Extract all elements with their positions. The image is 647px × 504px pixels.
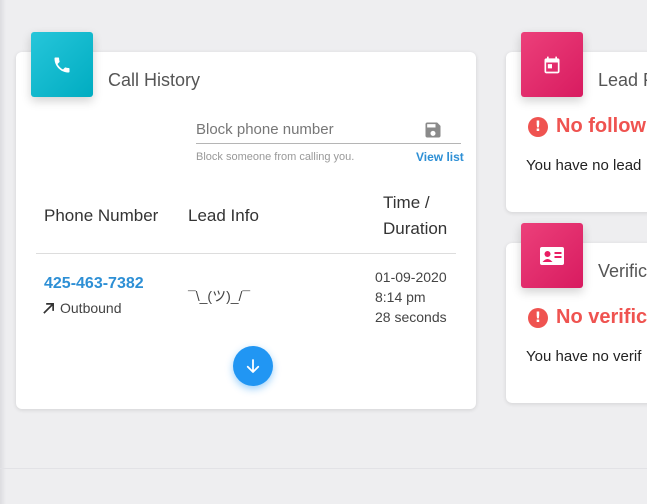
alert-icon: ! <box>528 307 548 328</box>
block-phone-field <box>196 114 461 144</box>
verifications-empty-message: You have no verif <box>526 348 642 365</box>
call-time-cell: 01-09-2020 8:14 pm 28 seconds <box>375 267 447 327</box>
arrow-down-icon <box>246 359 260 373</box>
column-header-time: Time / <box>383 193 430 212</box>
table-header-divider <box>36 253 456 254</box>
call-direction: Outbound <box>42 300 122 316</box>
block-phone-input[interactable] <box>196 114 416 142</box>
followups-warning: ! No followu <box>528 115 647 138</box>
save-icon[interactable] <box>423 120 443 145</box>
contact-card-icon <box>521 223 583 288</box>
call-direction-label: Outbound <box>60 300 122 316</box>
followups-title: Lead F <box>598 70 647 90</box>
followups-empty-message: You have no lead <box>526 157 642 174</box>
verifications-warning: ! No verifica <box>528 306 647 329</box>
call-date: 01-09-2020 <box>375 269 447 285</box>
call-history-title: Call History <box>108 70 201 90</box>
load-more-button[interactable] <box>233 346 273 386</box>
footer-divider <box>0 468 647 469</box>
block-phone-hint: Block someone from calling you. <box>196 151 355 163</box>
page-edge-shadow <box>0 0 6 504</box>
phone-icon <box>31 32 93 97</box>
calendar-icon <box>521 32 583 97</box>
column-header-duration: Duration <box>383 219 448 238</box>
followups-warning-text: No followu <box>556 115 647 137</box>
call-duration: 28 seconds <box>375 309 447 325</box>
view-block-list-link[interactable]: View list <box>416 150 464 164</box>
call-time: 8:14 pm <box>375 289 426 305</box>
alert-icon: ! <box>528 116 548 137</box>
lead-info-value: ¯\_(ツ)_/¯ <box>188 288 251 304</box>
verifications-warning-text: No verifica <box>556 306 647 328</box>
outbound-arrow-icon <box>43 302 54 314</box>
column-header-lead-info: Lead Info <box>188 206 259 225</box>
column-header-phone-number: Phone Number <box>44 206 159 225</box>
verifications-title: Verific <box>598 261 647 281</box>
call-phone-number-link[interactable]: 425-463-7382 <box>44 275 144 293</box>
